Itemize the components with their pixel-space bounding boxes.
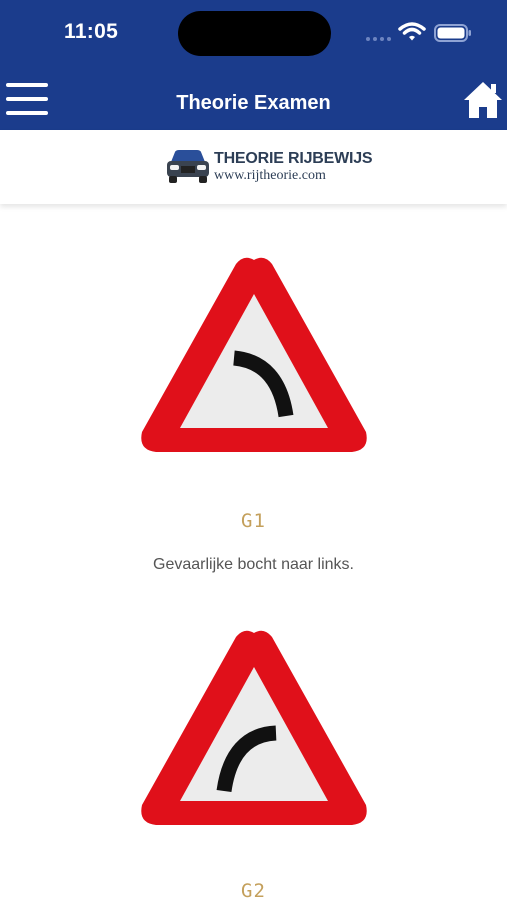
status-time: 11:05 xyxy=(64,20,119,43)
home-button[interactable] xyxy=(462,79,504,121)
hamburger-menu-icon xyxy=(6,83,48,87)
sign-code: G1 xyxy=(241,510,266,532)
battery-icon xyxy=(434,24,471,42)
sign-description: Gevaarlijke bocht naar links. xyxy=(153,556,354,573)
sign-code: G2 xyxy=(241,880,266,900)
dynamic-island xyxy=(178,11,331,56)
car-logo-icon xyxy=(167,150,209,183)
warning-sign-curve-right-icon xyxy=(141,630,367,825)
warning-sign-curve-left-icon xyxy=(141,257,367,452)
logo-url: www.rijtheorie.com xyxy=(214,168,326,183)
cellular-signal-icon xyxy=(366,37,391,41)
home-icon xyxy=(464,82,502,118)
logo-title: THEORIE RIJBEWIJS xyxy=(214,150,373,167)
wifi-icon xyxy=(398,22,426,41)
page-title: Theorie Examen xyxy=(176,92,331,114)
